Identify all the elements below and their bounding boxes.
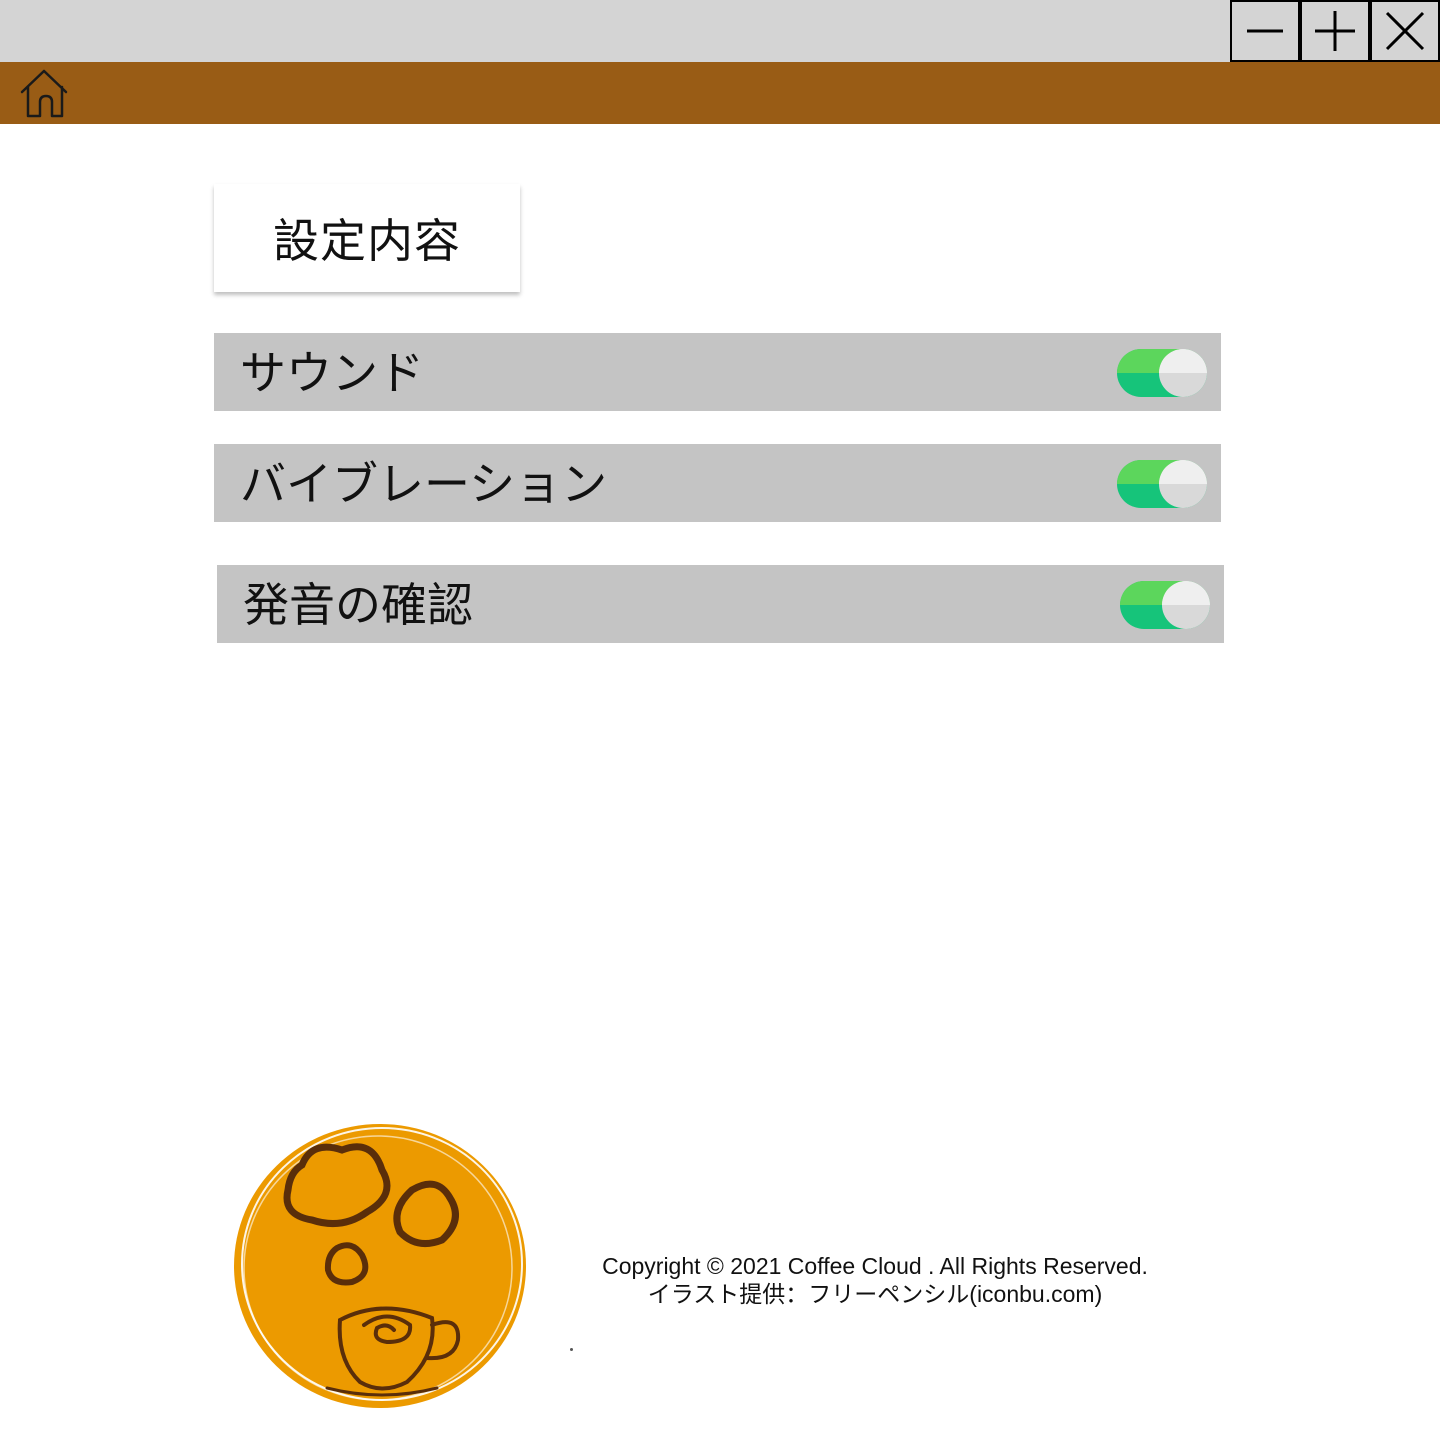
close-button[interactable] <box>1370 0 1440 62</box>
setting-row-vibration: バイブレーション <box>214 444 1221 522</box>
maximize-button[interactable] <box>1300 0 1370 62</box>
setting-label-pronunciation: 発音の確認 <box>243 578 473 632</box>
setting-label-sound: サウンド <box>240 346 424 400</box>
home-button[interactable] <box>18 66 70 118</box>
section-title: 設定内容 <box>273 214 461 268</box>
decorative-dot <box>570 1348 573 1351</box>
vibration-toggle[interactable] <box>1117 460 1207 508</box>
plus-icon <box>1315 11 1355 51</box>
pronunciation-toggle[interactable] <box>1120 581 1210 629</box>
setting-row-pronunciation: 発音の確認 <box>217 565 1224 643</box>
close-icon <box>1385 11 1425 51</box>
illustration-credit-line: イラスト提供：フリーペンシル(iconbu.com) <box>647 1281 1103 1307</box>
copyright-text: Copyright © 2021 Coffee Cloud . All Righ… <box>560 1252 1190 1308</box>
coffee-cloud-logo-icon <box>234 1124 526 1408</box>
copyright-line: Copyright © 2021 Coffee Cloud . All Righ… <box>602 1253 1148 1279</box>
setting-row-sound: サウンド <box>214 333 1221 411</box>
section-title-card: 設定内容 <box>214 184 520 292</box>
title-bar <box>0 0 1440 62</box>
setting-label-vibration: バイブレーション <box>240 457 608 511</box>
app-header <box>0 62 1440 124</box>
sound-toggle[interactable] <box>1117 349 1207 397</box>
minus-icon <box>1247 29 1283 33</box>
minimize-button[interactable] <box>1230 0 1300 62</box>
home-icon <box>20 69 68 118</box>
